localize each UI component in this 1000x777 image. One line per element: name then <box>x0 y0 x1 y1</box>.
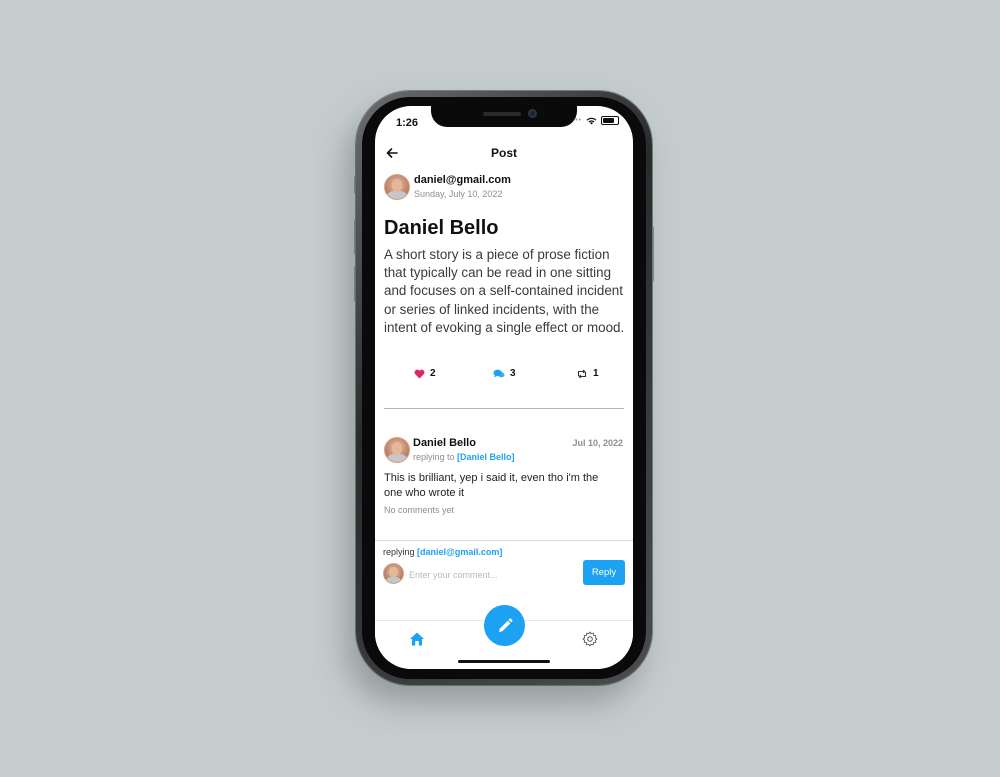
phone-screen: 1:26 •• Post daniel@gmail.com Sunday, Ju… <box>375 106 633 669</box>
divider <box>384 408 624 409</box>
reply-author-avatar[interactable] <box>384 437 410 463</box>
comment-count: 3 <box>510 368 516 379</box>
reply-text: This is brilliant, yep i said it, even t… <box>384 472 599 499</box>
comment-input[interactable] <box>407 565 581 585</box>
no-comments-label: No comments yet <box>384 505 455 515</box>
post-actions: 2 3 1 <box>375 368 633 382</box>
home-indicator <box>458 660 550 663</box>
post-title: Daniel Bello <box>384 217 499 239</box>
like-count: 2 <box>430 368 436 379</box>
reply-date: Jul 10, 2022 <box>572 438 623 448</box>
page-title: Post <box>490 146 517 160</box>
reply-button[interactable]: Reply <box>583 560 625 585</box>
repost-icon <box>577 369 587 378</box>
post-author-avatar[interactable] <box>384 174 410 200</box>
composer-replying-target[interactable]: [daniel@gmail.com] <box>417 547 502 557</box>
gear-icon[interactable] <box>582 631 598 647</box>
camera <box>528 109 537 118</box>
post-author-email[interactable]: daniel@gmail.com <box>414 174 511 186</box>
pencil-icon <box>498 618 512 632</box>
battery-icon <box>601 116 619 125</box>
compose-post-button[interactable] <box>484 605 525 646</box>
composer-avatar <box>383 563 404 584</box>
repost-button[interactable]: 1 <box>576 368 599 379</box>
home-icon[interactable] <box>409 631 425 647</box>
like-button[interactable]: 2 <box>414 368 436 379</box>
notch <box>431 106 577 127</box>
replying-prefix: replying to <box>413 452 455 462</box>
speaker <box>483 112 521 116</box>
composer-replying-to: replying [daniel@gmail.com] <box>383 547 502 557</box>
reply-replying-to: replying to [Daniel Bello] <box>413 452 515 462</box>
heart-icon <box>414 369 425 379</box>
post-body: A short story is a piece of prose fictio… <box>384 247 625 335</box>
wifi-icon <box>586 117 597 124</box>
comments-button[interactable]: 3 <box>493 368 516 379</box>
replying-to-link[interactable]: [Daniel Bello] <box>457 452 515 462</box>
status-icons: •• <box>575 116 619 125</box>
post-date: Sunday, July 10, 2022 <box>414 189 503 199</box>
repost-count: 1 <box>593 368 599 379</box>
signal-icon: •• <box>575 117 582 124</box>
comment-icon <box>493 369 505 377</box>
reply-author-name[interactable]: Daniel Bello <box>413 437 476 449</box>
composer-replying-prefix: replying <box>383 547 415 557</box>
status-time: 1:26 <box>396 117 419 129</box>
header: Post <box>375 142 633 166</box>
